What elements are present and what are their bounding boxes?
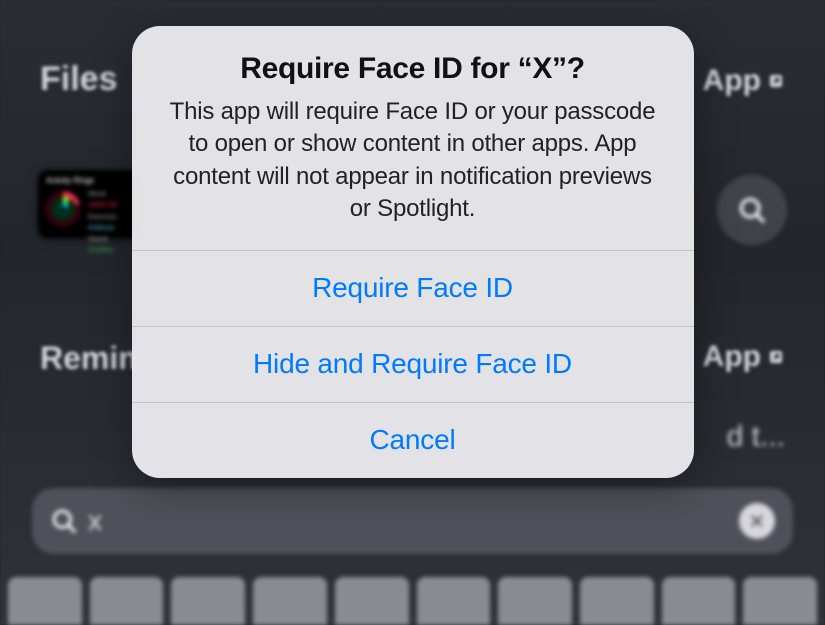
keyboard-key[interactable] — [171, 577, 245, 625]
cancel-button[interactable]: Cancel — [132, 402, 694, 478]
move-label: Move — [88, 188, 117, 199]
section-label-app-1: App — [703, 64, 785, 98]
move-value: 190/2,50 — [88, 199, 117, 210]
truncated-result-text: d t... — [727, 420, 785, 454]
keyboard-key[interactable] — [417, 577, 491, 625]
section-label-files: Files — [40, 60, 117, 99]
close-icon — [748, 512, 766, 530]
widget-title: Activity Rings — [46, 176, 135, 185]
section-label-reminders: Remin — [40, 340, 138, 377]
spotlight-search-bar[interactable]: x — [32, 488, 793, 554]
keyboard-key[interactable] — [498, 577, 572, 625]
search-icon — [737, 195, 767, 225]
stand-label: Stand — [88, 233, 117, 244]
keyboard-key[interactable] — [8, 577, 82, 625]
keyboard-row — [0, 577, 825, 625]
search-button-circle[interactable] — [717, 175, 787, 245]
clear-search-button[interactable] — [739, 503, 775, 539]
keyboard-key[interactable] — [743, 577, 817, 625]
keyboard-key[interactable] — [90, 577, 164, 625]
alert-title: Require Face ID for “X”? — [166, 52, 660, 86]
alert-message: This app will require Face ID or your pa… — [166, 96, 660, 226]
section-label-app-2: App — [703, 340, 785, 374]
stand-value: 1/12hrs — [88, 244, 117, 255]
keyboard-key[interactable] — [662, 577, 736, 625]
activity-stats: Move 190/2,50 Exercise 0/30min Stand 1/1… — [88, 188, 117, 256]
keyboard-key[interactable] — [253, 577, 327, 625]
hide-and-require-face-id-button[interactable]: Hide and Require Face ID — [132, 326, 694, 402]
external-link-icon — [767, 72, 785, 90]
activity-rings-icon — [44, 190, 82, 228]
app-label-2: App — [703, 340, 761, 374]
exercise-label: Exercise — [88, 211, 117, 222]
app-label-1: App — [703, 64, 761, 98]
require-face-id-button[interactable]: Require Face ID — [132, 250, 694, 326]
alert-header: Require Face ID for “X”? This app will r… — [132, 26, 694, 250]
require-face-id-alert: Require Face ID for “X”? This app will r… — [132, 26, 694, 478]
external-link-icon — [767, 348, 785, 366]
search-icon — [50, 507, 78, 535]
exercise-value: 0/30min — [88, 222, 117, 233]
search-query-text: x — [88, 505, 102, 537]
activity-rings-widget: Activity Rings Move 190/2,50 Exercise 0/… — [38, 170, 143, 238]
keyboard-key[interactable] — [335, 577, 409, 625]
keyboard-key[interactable] — [580, 577, 654, 625]
